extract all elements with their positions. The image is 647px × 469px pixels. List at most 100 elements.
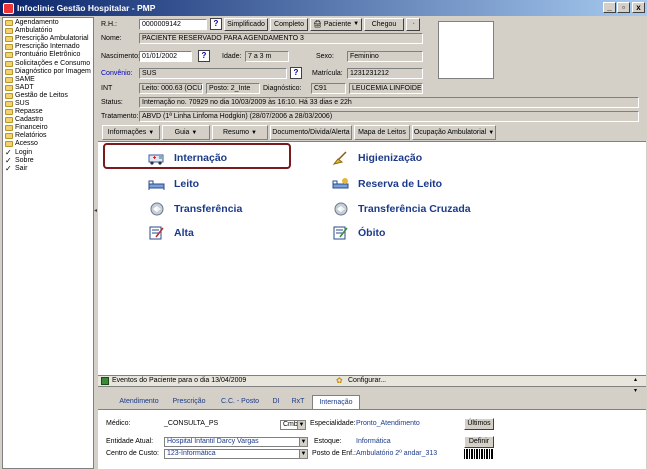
settings-icon[interactable]: ✿ [336,376,343,385]
sidebar-item-label: SADT [15,83,34,91]
especialidade-label: Especialidade: [310,420,356,427]
sidebar-item[interactable]: Repasse [3,108,93,116]
posto-enf-label: Posto de Enf.: [312,450,356,457]
tratamento-field: ABVD (1ª Linha Linfoma Hodgkin) (28/07/2… [139,111,639,122]
barcode-icon[interactable] [464,449,494,459]
alta-action[interactable]: Alta [148,226,194,240]
scroll-arrows-icon[interactable]: ▴ [634,376,637,383]
convenio-field: SUS [139,68,287,79]
sidebar-item[interactable]: Ambulatório [3,27,93,35]
tratamento-label: Tratamento: [101,113,139,120]
higienizacao-action[interactable]: Higienização [332,151,422,165]
centro-custo-select[interactable]: 123-Informática ▼ [164,449,308,459]
sidebar-item[interactable]: Solicitações e Consumo [3,59,93,67]
tab-rxt[interactable]: RxT [288,395,308,409]
convenio-help-button[interactable]: ? [290,67,302,79]
convenio-label[interactable]: Convênio: [101,70,133,77]
sidebar-item[interactable]: Prescrição Ambulatorial [3,35,93,43]
tab-atendimento[interactable]: Atendimento [114,395,164,409]
nome-label: Nome: [101,35,122,42]
medico-label: Médico: [106,420,131,427]
sidebar-item-label: Ambulatório [15,27,53,35]
nascimento-help-button[interactable]: ? [198,50,210,62]
leito-action[interactable]: Leito [148,177,199,191]
transferencia-cruzada-label: Transferência Cruzada [358,203,471,215]
folder-icon [5,20,13,27]
menu-documento[interactable]: Documento/Divida/Alerta [270,125,352,140]
ultimos-button[interactable]: Últimos [464,418,494,430]
sexo-label: Sexo: [316,53,334,60]
sidebar-item[interactable]: Relatórios [3,132,93,140]
menu-resumo-label: Resumo [223,129,250,136]
sidebar-item[interactable]: SUS [3,100,93,108]
chevron-down-icon: ▼ [488,130,495,136]
menu-guia[interactable]: Guia ▼ [162,125,210,140]
nascimento-field[interactable]: 01/01/2002 [139,51,192,62]
leito-label: Leito [174,178,200,190]
menu-informacoes[interactable]: Informações ▼ [102,125,160,140]
cmb-select[interactable]: Cmb_ ▼ [280,420,306,430]
configurar-link[interactable]: Configurar... [348,377,386,384]
broom-icon [332,151,350,165]
rh-label: R.H.: [101,21,117,28]
internacao-action[interactable]: Internação [148,151,227,165]
folder-icon [5,117,13,124]
folder-icon [5,92,13,99]
chevron-down-icon: ▼ [191,130,198,136]
tab-cc-posto[interactable]: C.C. - Posto [214,395,266,409]
sidebar-item-label: Agendamento [15,19,59,27]
close-button[interactable]: x [632,2,645,13]
bottom-panel: Médico: _CONSULTA_PS Cmb_ ▼ Especialidade… [98,409,646,469]
chegou-button[interactable]: Chegou [364,18,404,31]
sidebar-item[interactable]: Cadastro [3,116,93,124]
actions-panel: Internação Higienização Leito Reserva de… [98,141,646,375]
sidebar-item[interactable]: Prescrição Internado [3,43,93,51]
sidebar-item[interactable]: ✓ Sobre [3,157,93,165]
medico-value: _CONSULTA_PS [164,420,219,427]
minimize-button[interactable]: _ [603,2,616,13]
tab-prescricao[interactable]: Prescrição [168,395,210,409]
rh-help-button[interactable]: ? [210,18,222,30]
definir-button[interactable]: Definir [464,436,494,448]
entidade-select[interactable]: Hospital Infantil Darcy Vargas ▼ [164,437,308,447]
menu-mapa-leitos[interactable]: Mapa de Leitos [354,125,410,140]
menu-guia-label: Guia [174,129,190,136]
sidebar-item[interactable]: SAME [3,76,93,84]
chevron-down-icon: ▼ [148,130,155,136]
simplificado-button[interactable]: Simplificado [224,18,268,31]
menu-resumo[interactable]: Resumo ▼ [212,125,268,140]
main-panel: R.H.: 0000009142 ? Simplificado Completo… [98,17,646,469]
sidebar-item[interactable]: Agendamento [3,19,93,27]
menu-ocupacao-label: Ocupação Ambulatorial [413,129,487,136]
transferencia-action[interactable]: Transferência [148,202,242,216]
maximize-button[interactable]: ▫ [617,2,630,13]
transferencia-cruzada-action[interactable]: Transferência Cruzada [332,202,471,216]
check-icon: ✓ [5,156,12,166]
obito-action[interactable]: Óbito [332,226,385,240]
sidebar-item-label: Sair [15,164,28,172]
folder-icon [5,109,13,116]
paciente-menu-button[interactable]: 🖨 Paciente ▼ [310,18,362,31]
sidebar-item-label: Diagnóstico por Imagem [15,67,91,75]
sidebar-item-label: SUS [15,99,30,107]
sidebar-item-label: Gestão de Leitos [15,91,68,99]
sidebar-item-label: Acesso [15,140,38,148]
folder-icon [5,125,13,132]
reserva-leito-action[interactable]: Reserva de Leito [332,177,442,191]
scroll-down-icon[interactable]: ▾ [634,387,637,394]
sidebar-item[interactable]: ✓ Sair [3,165,93,173]
rh-field[interactable]: 0000009142 [139,19,207,30]
sidebar-item[interactable]: ✓ Login [3,149,93,157]
sidebar-item[interactable]: Diagnóstico por Imagem [3,68,93,76]
tab-di[interactable]: DI [268,395,284,409]
menu-ocupacao[interactable]: Ocupação Ambulatorial ▼ [412,125,496,140]
status-field: Internação no. 70929 no dia 10/03/2009 à… [139,97,639,108]
sidebar-item[interactable]: Prontuário Eletrônico [3,51,93,59]
tab-internacao[interactable]: Internação [312,395,360,409]
sidebar-item[interactable]: Financeiro [3,124,93,132]
sidebar-item[interactable]: SADT [3,84,93,92]
completo-button[interactable]: Completo [270,18,308,31]
sidebar-item[interactable]: Acesso [3,140,93,148]
clock-icon[interactable]: ◔ [406,18,420,31]
sidebar-item[interactable]: Gestão de Leitos [3,92,93,100]
